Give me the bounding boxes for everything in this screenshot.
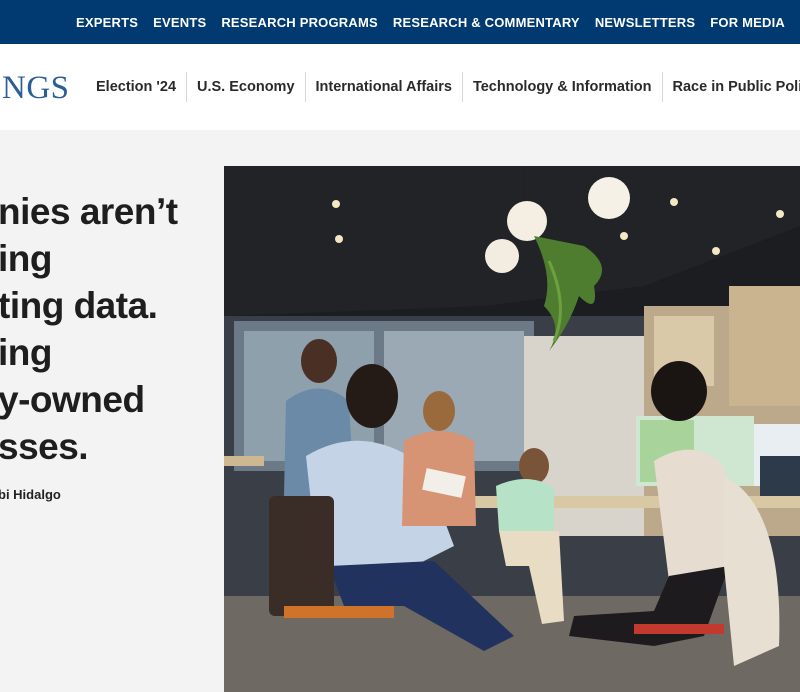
nav-link-experts[interactable]: EXPERTS <box>76 15 138 30</box>
nav-link-events[interactable]: EVENTS <box>153 15 206 30</box>
nav-link-newsletters[interactable]: NEWSLETTERS <box>595 15 695 30</box>
utility-header: EXPERTS EVENTS RESEARCH PROGRAMS RESEARC… <box>0 0 800 44</box>
office-scene-illustration <box>224 166 800 692</box>
main-header: NGS Election '24 U.S. Economy Internatio… <box>0 44 800 130</box>
nav-link-research-programs[interactable]: RESEARCH PROGRAMS <box>221 15 378 30</box>
article-hero: nies aren’t ing ting data. ing y-owned s… <box>0 130 800 692</box>
topic-link-race-public-policy[interactable]: Race in Public Policy <box>663 72 800 102</box>
topic-link-technology-information[interactable]: Technology & Information <box>463 72 663 102</box>
headline-line: nies aren’t <box>0 191 178 232</box>
headline-line: sses. <box>0 426 89 467</box>
hero-image <box>224 166 800 692</box>
nav-link-research-commentary[interactable]: RESEARCH & COMMENTARY <box>393 15 580 30</box>
site-logo[interactable]: NGS <box>2 70 70 107</box>
nav-link-for-media[interactable]: FOR MEDIA <box>710 15 785 30</box>
headline-line: ing <box>0 238 52 279</box>
topic-link-international-affairs[interactable]: International Affairs <box>306 72 463 102</box>
topic-link-us-economy[interactable]: U.S. Economy <box>187 72 306 102</box>
article-byline[interactable]: bi Hidalgo <box>0 487 61 502</box>
headline-line: y-owned <box>0 379 145 420</box>
article-headline: nies aren’t ing ting data. ing y-owned s… <box>0 188 220 470</box>
topic-link-election[interactable]: Election '24 <box>86 72 188 102</box>
headline-line: ing <box>0 332 52 373</box>
headline-line: ting data. <box>0 285 158 326</box>
utility-nav: EXPERTS EVENTS RESEARCH PROGRAMS RESEARC… <box>76 0 800 44</box>
topic-nav: Election '24 U.S. Economy International … <box>86 72 800 102</box>
